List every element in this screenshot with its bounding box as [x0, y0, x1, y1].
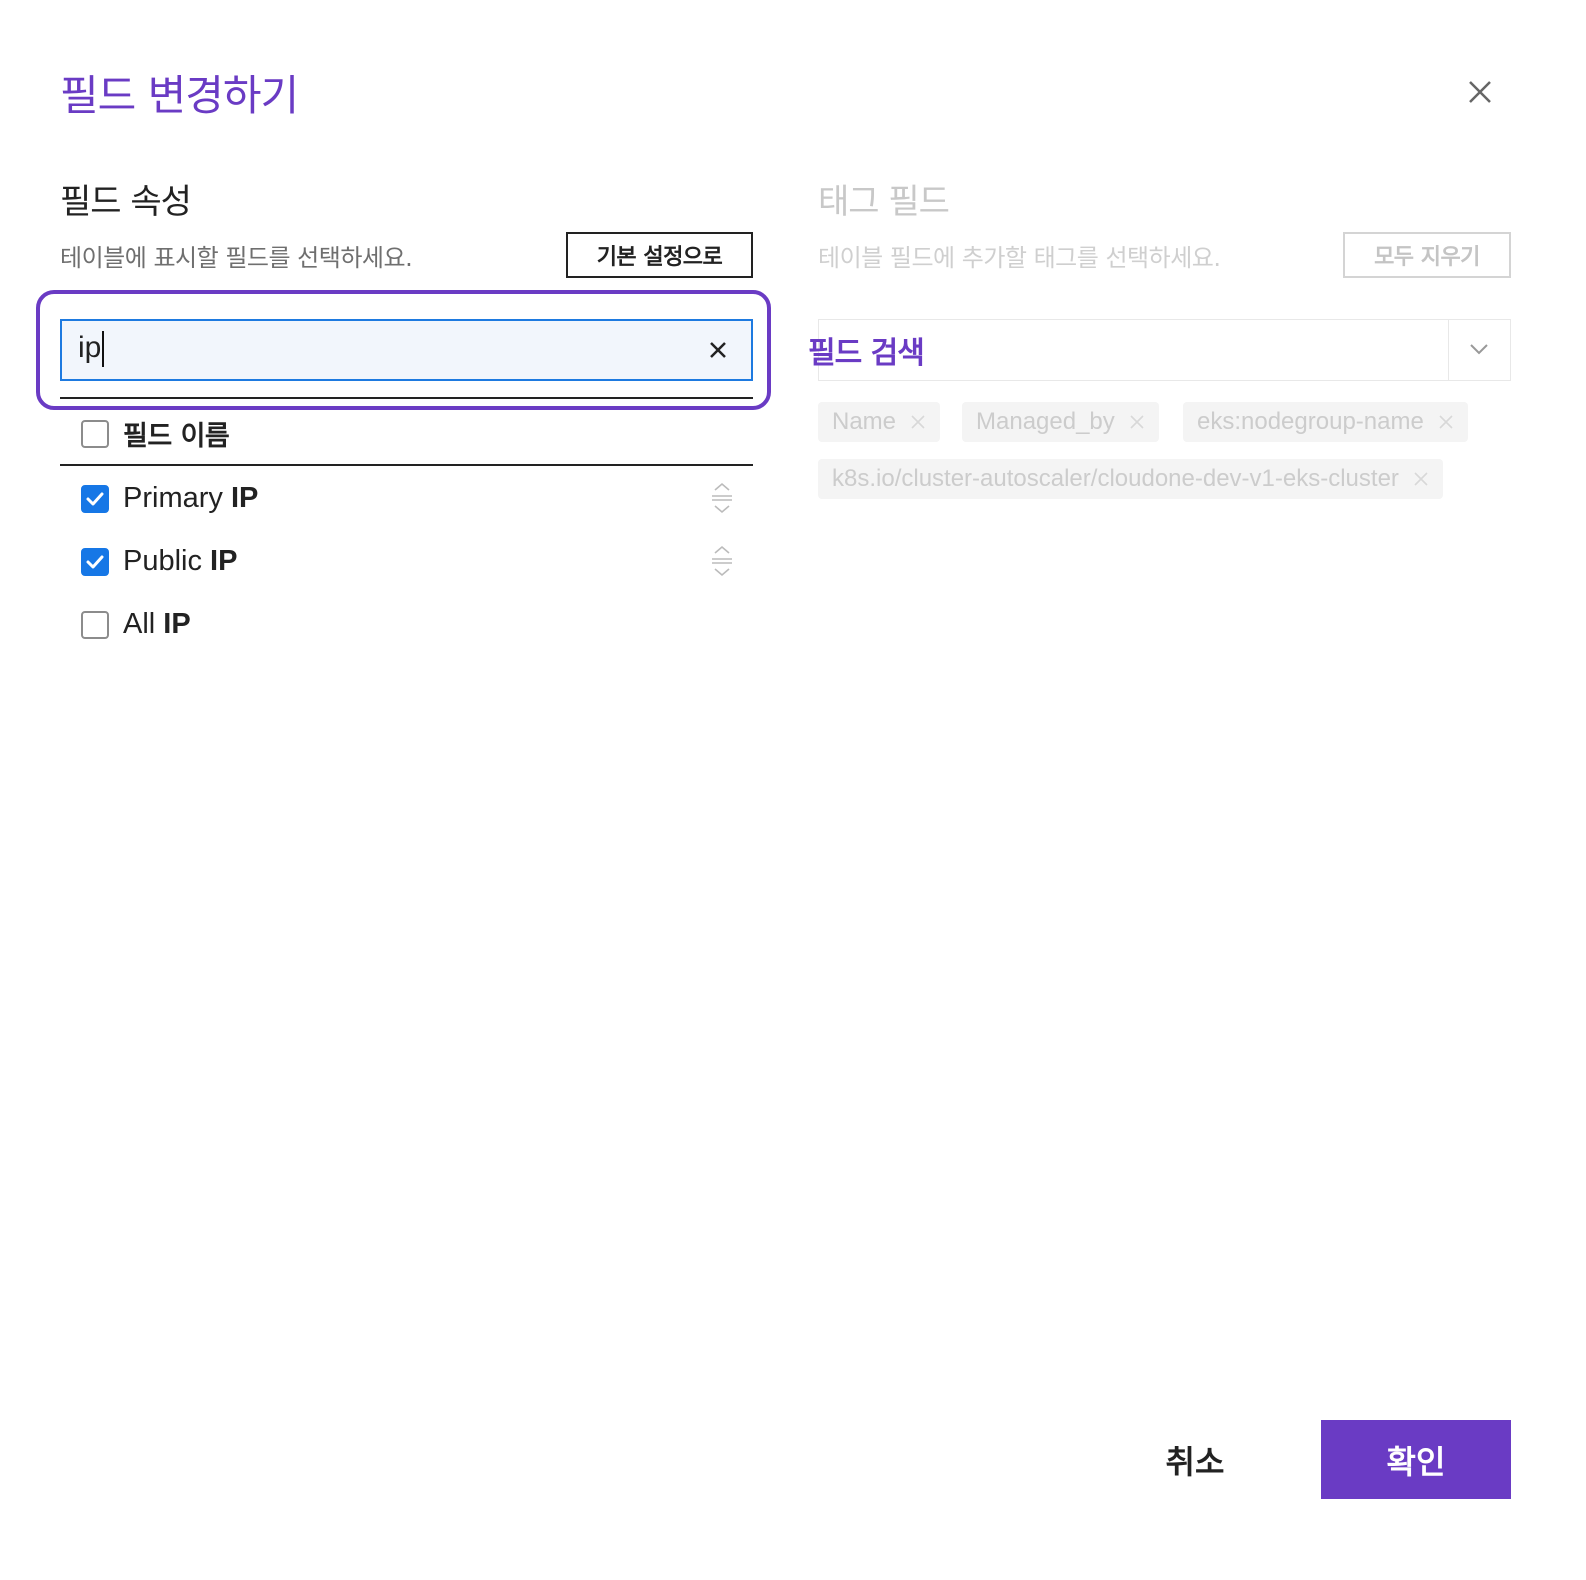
tag-remove-icon[interactable] — [910, 414, 926, 430]
tag-chip-label: Managed_by — [976, 408, 1115, 435]
tag-remove-icon[interactable] — [1413, 471, 1429, 487]
field-label-all-ip: All IP — [123, 608, 191, 640]
tag-chip: Name — [818, 402, 941, 442]
confirm-button[interactable]: 확인 — [1321, 1420, 1511, 1499]
tag-chip-label: eks:nodegroup-name — [1197, 408, 1424, 435]
reset-default-button[interactable]: 기본 설정으로 — [566, 232, 753, 278]
field-edit-modal: 필드 변경하기 필드 속성 테이블에 표시할 필드를 선택하세요. 기본 설정으… — [0, 0, 1586, 1580]
field-properties-title: 필드 속성 — [60, 182, 192, 222]
checkbox-public-ip[interactable] — [81, 548, 109, 576]
tag-remove-icon[interactable] — [1129, 414, 1145, 430]
chevron-down-icon[interactable] — [1466, 336, 1492, 362]
search-input-value: ip — [78, 331, 105, 368]
field-label-primary-ip: Primary IP — [123, 482, 259, 514]
divider-header — [60, 464, 753, 466]
tag-fields-description: 테이블 필드에 추가할 태그를 선택하세요. — [818, 244, 1221, 272]
divider-top — [60, 397, 753, 399]
select-all-checkbox[interactable] — [81, 420, 109, 448]
cancel-button[interactable]: 취소 — [1140, 1428, 1250, 1492]
tag-chip-label: k8s.io/cluster-autoscaler/cloudone-dev-v… — [832, 465, 1399, 492]
tag-chip-label: Name — [832, 408, 897, 435]
close-icon[interactable] — [1462, 74, 1498, 110]
text-caret — [102, 331, 105, 368]
modal-title: 필드 변경하기 — [60, 71, 299, 120]
field-label-public-ip: Public IP — [123, 545, 238, 577]
tag-chip: eks:nodegroup-name — [1183, 402, 1468, 442]
field-properties-description: 테이블에 표시할 필드를 선택하세요. — [60, 244, 413, 272]
tag-chip: k8s.io/cluster-autoscaler/cloudone-dev-v… — [818, 459, 1443, 499]
clear-all-button[interactable]: 모두 지우기 — [1343, 232, 1511, 278]
clear-search-icon[interactable] — [707, 339, 729, 361]
select-divider — [1448, 320, 1449, 380]
field-search-label: 필드 검색 — [808, 336, 925, 371]
drag-handle-icon[interactable] — [708, 481, 736, 515]
tag-fields-title: 태그 필드 — [818, 182, 950, 222]
checkbox-all-ip[interactable] — [81, 611, 109, 639]
checkbox-primary-ip[interactable] — [81, 485, 109, 513]
tag-remove-icon[interactable] — [1438, 414, 1454, 430]
field-search-input[interactable]: ip — [60, 319, 753, 381]
drag-handle-icon[interactable] — [708, 544, 736, 578]
field-name-header: 필드 이름 — [123, 421, 230, 452]
tag-chip: Managed_by — [962, 402, 1159, 442]
